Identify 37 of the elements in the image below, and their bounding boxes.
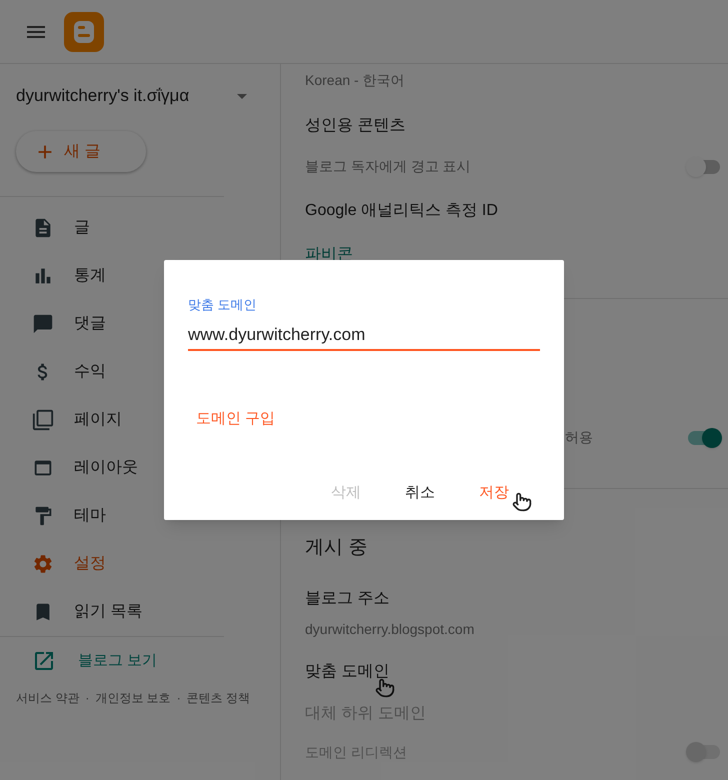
nav-item[interactable]: 레이아웃	[0, 444, 280, 492]
setting-label: 블로그 독자에게 경고 표시	[305, 157, 471, 176]
separator-dot: ·	[176, 690, 181, 707]
comment-icon	[32, 313, 54, 335]
setting-label[interactable]: 성인용 콘텐츠	[305, 114, 406, 138]
nav-item[interactable]: 통계	[0, 252, 280, 300]
toggle-switch[interactable]	[686, 156, 722, 176]
hand-cursor-icon	[375, 677, 395, 699]
external-link-icon	[32, 649, 56, 673]
footer-link[interactable]: 콘텐츠 정책	[186, 689, 250, 707]
logo-icon[interactable]	[64, 12, 104, 52]
setting-label[interactable]: 맞춤 도메인	[305, 660, 390, 684]
pages-icon	[32, 409, 54, 431]
field-label: 맞춤 도메인	[188, 297, 258, 313]
setting-value: Korean - 한국어	[305, 71, 405, 90]
blog-name[interactable]: dyurwitcherry's it.σΐγμα	[16, 83, 190, 109]
section-title: 게시 중	[305, 536, 368, 560]
new-post-button[interactable]: 새 글	[16, 131, 146, 172]
nav-item[interactable]: 테마	[0, 492, 280, 540]
toggle-switch[interactable]	[686, 428, 722, 448]
setting-value: dyurwitcherry.blogspot.com	[305, 620, 474, 639]
setting-label[interactable]: Google 애널리틱스 측정 ID	[305, 199, 498, 223]
view-blog-link[interactable]: 블로그 보기	[0, 637, 280, 685]
buy-domain-link[interactable]: 도메인 구입	[196, 408, 276, 430]
nav-item[interactable]: 수익	[0, 348, 280, 396]
hand-cursor-icon	[512, 490, 532, 514]
footer-link[interactable]: 서비스 약관	[16, 689, 80, 707]
nav-item[interactable]: 설정	[0, 540, 280, 588]
domain-input[interactable]: www.dyurwitcherry.com	[188, 321, 540, 351]
dialog-button[interactable]: 취소	[384, 476, 456, 512]
separator-dot: ·	[85, 690, 90, 707]
footer-link[interactable]: 개인정보 보호	[95, 689, 171, 707]
nav-item[interactable]: 읽기 목록	[0, 588, 280, 636]
setting-label[interactable]: 블로그 주소	[305, 586, 390, 610]
settings-icon	[32, 553, 54, 575]
setting-label: 허용	[565, 428, 593, 447]
nav-item[interactable]: 글	[0, 204, 280, 252]
